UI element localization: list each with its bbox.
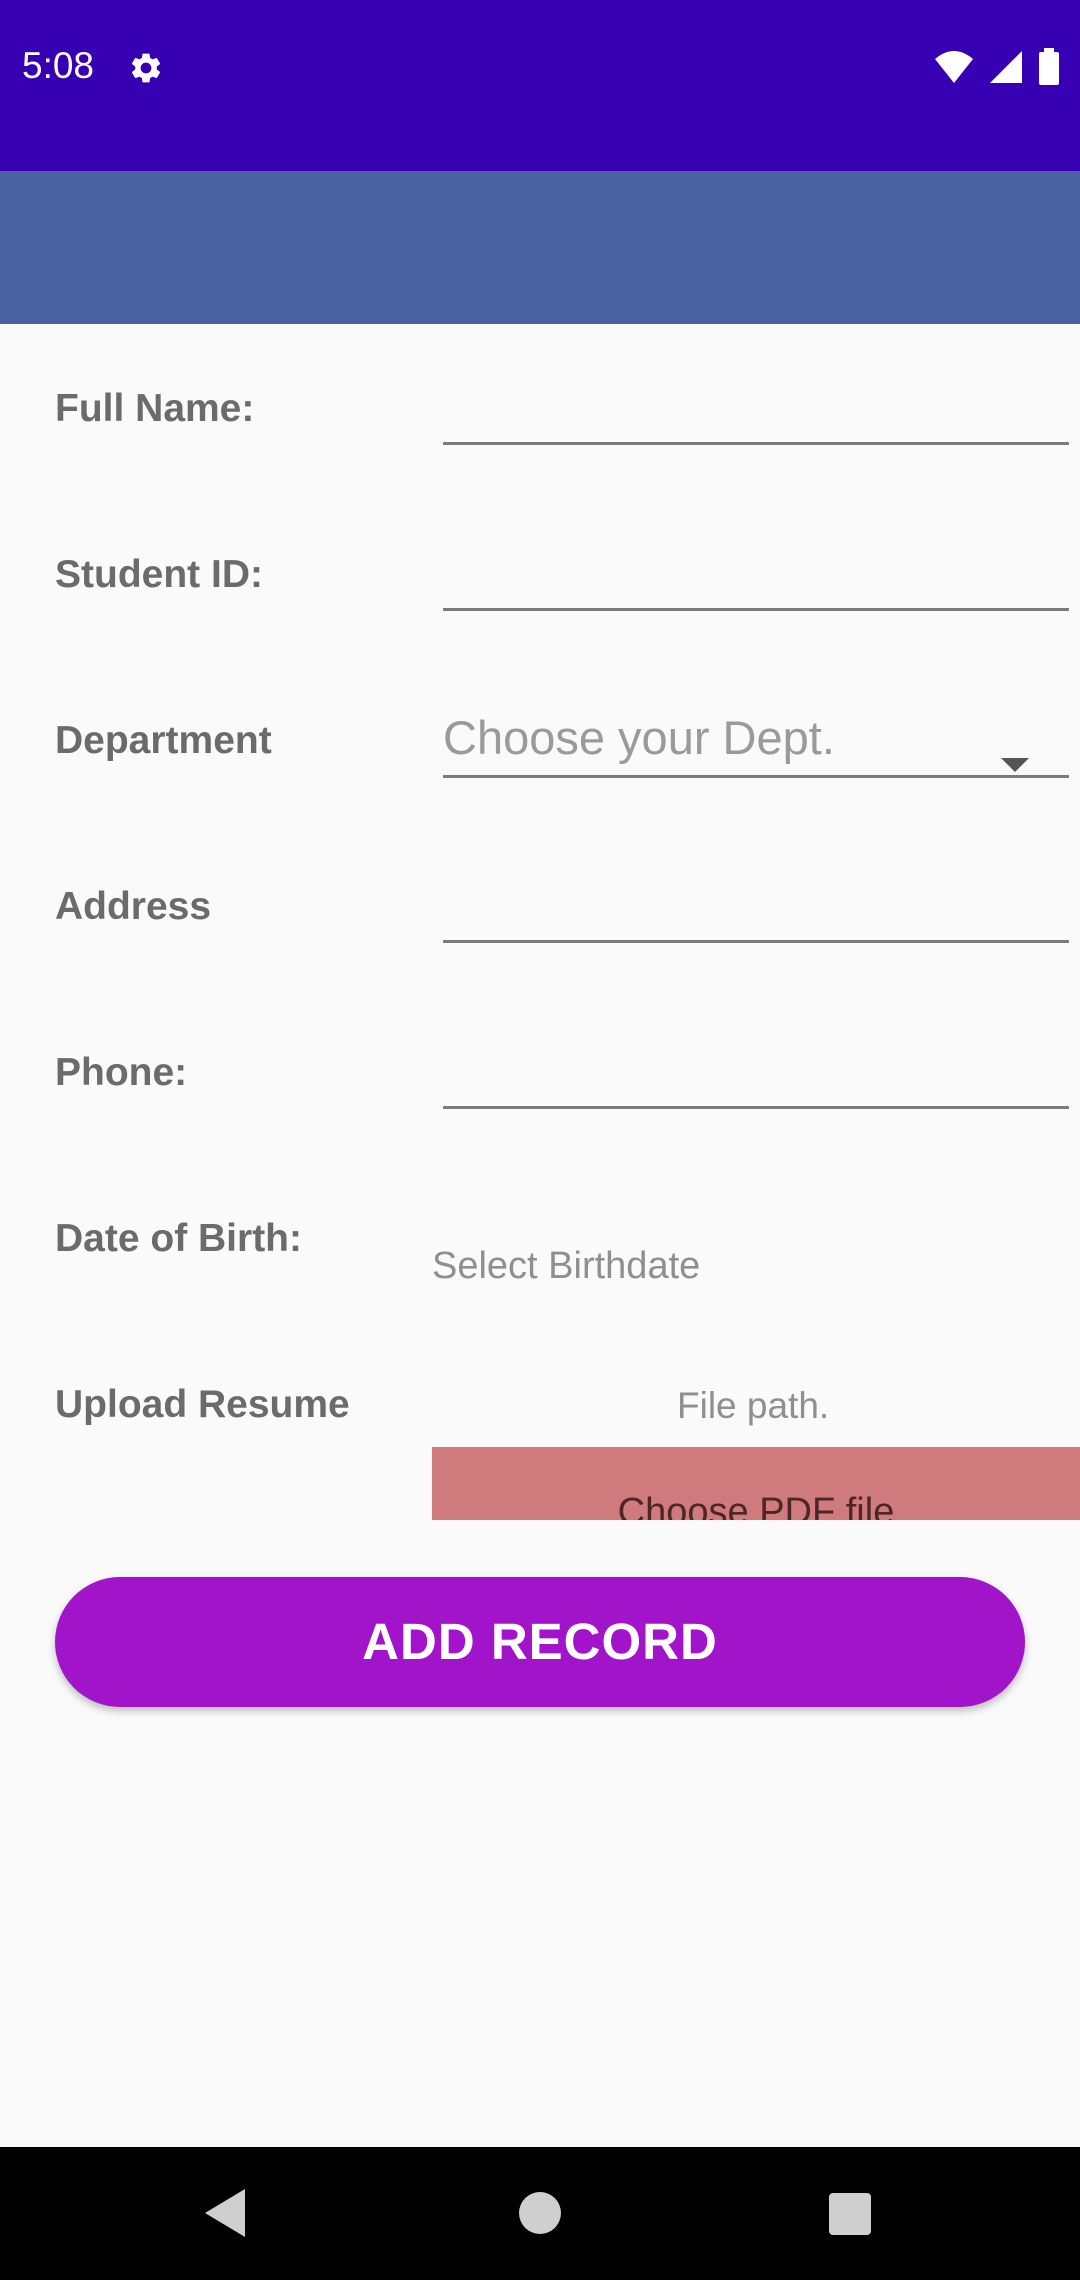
app-bar (0, 171, 1080, 324)
phone-input[interactable] (443, 1045, 1069, 1109)
status-time: 5:08 (22, 45, 95, 86)
department-dropdown[interactable]: Choose your Dept. (443, 700, 1069, 778)
settings-icon (131, 53, 161, 83)
department-label: Department (55, 719, 272, 762)
student-id-label: Student ID: (55, 553, 263, 596)
full-name-input[interactable] (443, 381, 1069, 445)
recents-icon[interactable] (829, 2193, 871, 2235)
navigation-bar (0, 2147, 1080, 2280)
file-path-text: File path. (677, 1385, 830, 1426)
address-label: Address (55, 885, 212, 928)
phone-label: Phone: (55, 1051, 188, 1094)
choose-pdf-button[interactable]: Choose PDF file (432, 1447, 1080, 1520)
status-bar: 5:08 (0, 0, 1080, 171)
home-icon[interactable] (519, 2192, 561, 2234)
full-name-label: Full Name: (55, 387, 255, 430)
back-icon[interactable] (205, 2189, 245, 2237)
add-record-button[interactable]: ADD RECORD (55, 1577, 1025, 1707)
student-id-input[interactable] (443, 547, 1069, 611)
status-icons (934, 48, 1060, 86)
cell-signal-icon (990, 51, 1022, 83)
battery-icon (1039, 48, 1059, 85)
upload-resume-label: Upload Resume (55, 1383, 350, 1426)
address-input[interactable] (443, 879, 1069, 943)
choose-pdf-container: Choose PDF file (432, 1447, 1080, 1520)
date-of-birth-label: Date of Birth: (55, 1217, 302, 1260)
department-placeholder: Choose your Dept. (443, 711, 835, 764)
select-birthdate-button[interactable]: Select Birthdate (432, 1245, 700, 1288)
dropdown-arrow-icon (1001, 758, 1029, 772)
wifi-icon (935, 51, 973, 83)
